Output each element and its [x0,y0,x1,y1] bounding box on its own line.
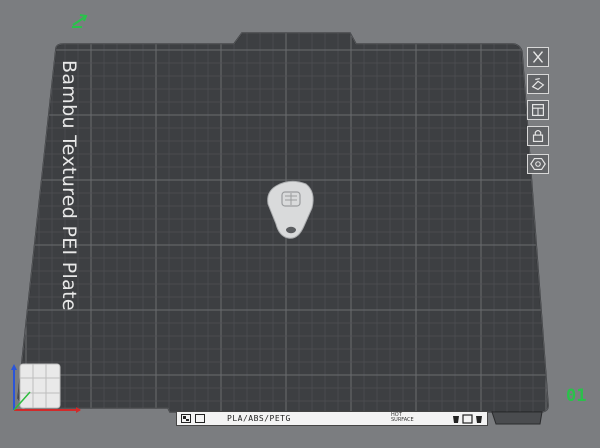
surface-label: SURFACE [391,417,414,423]
plate-number: 01 [566,386,587,406]
lock-plate-button[interactable] [527,126,549,146]
plate-info-strip: PLA/ABS/PETG HOT SURFACE [176,411,488,426]
close-icon [532,51,544,63]
auto-orient-button[interactable] [527,74,549,94]
plate-tab [491,411,543,425]
plate-canvas[interactable] [0,0,600,448]
arrange-icon [532,104,544,116]
viewport-3d[interactable]: Bambu Textured PEI Plate 01 PLA/ABS/PETG… [0,0,600,448]
plate-name-text: Bambu Textured PEI Plate [58,60,80,311]
materials-label: PLA/ABS/PETG [227,414,291,423]
bed-type-icon [181,414,191,423]
arrange-button[interactable] [527,100,549,120]
plate-name-label: Bambu Textured PEI Plate [48,60,88,311]
auto-orient-icon [531,78,545,91]
move-indicator-icon [72,14,88,28]
plate-side-icons [453,414,482,424]
hot-surface-warning: HOT SURFACE [391,413,431,423]
plate-mode-icon [195,414,205,423]
close-plate-button[interactable] [527,47,549,67]
plate-settings-button[interactable] [527,154,549,174]
settings-icon [530,158,546,170]
lock-icon [532,130,544,142]
